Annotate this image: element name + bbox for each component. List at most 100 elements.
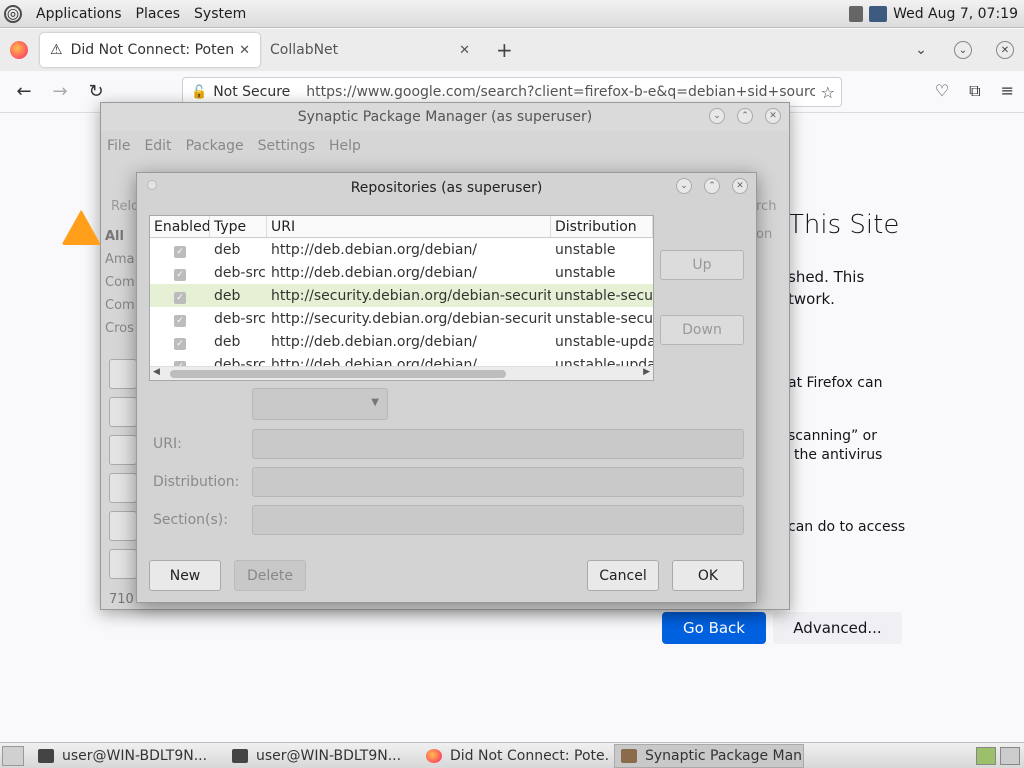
close-icon[interactable]: ✕ (732, 178, 748, 194)
down-button[interactable]: Down (660, 315, 744, 345)
sidebar-button[interactable] (109, 473, 137, 503)
type-dropdown[interactable]: ▼ (252, 388, 388, 420)
taskbar-item[interactable]: user@WIN-BDLT9N... (226, 744, 416, 768)
repositories-titlebar[interactable]: Repositories (as superuser) ⌄ ⌃ ✕ (137, 173, 756, 203)
table-header: Enabled Type URI Distribution (150, 216, 653, 238)
up-button[interactable]: Up (660, 250, 744, 280)
sidebar-button[interactable] (109, 397, 137, 427)
delete-button[interactable]: Delete (234, 560, 306, 591)
scroll-right-icon[interactable]: ▶ (643, 367, 650, 377)
checkbox-icon[interactable]: ✓ (174, 337, 186, 350)
checkbox-icon[interactable]: ✓ (174, 291, 186, 304)
menu-help[interactable]: Help (329, 138, 361, 154)
sidebar-button[interactable] (109, 359, 137, 389)
tabbar-controls: ⌄ ⌄ ✕ (888, 41, 1014, 59)
clock[interactable]: Wed Aug 7, 07:19 (893, 6, 1018, 22)
tab-close-icon[interactable]: ✕ (239, 43, 250, 58)
volume-icon[interactable] (849, 5, 864, 22)
forward-icon[interactable]: → (42, 81, 78, 102)
advanced-button[interactable]: Advanced... (773, 612, 902, 644)
extensions-icon[interactable]: ⧉ (969, 81, 980, 101)
column-uri[interactable]: URI (267, 216, 551, 237)
maximize-icon[interactable]: ⌃ (737, 108, 753, 124)
close-icon[interactable]: ✕ (765, 108, 781, 124)
back-icon[interactable]: ← (6, 81, 42, 102)
distribution-field[interactable] (252, 467, 744, 497)
sidebar-item-all[interactable]: All (105, 229, 124, 244)
enabled-cell[interactable]: ✓ (150, 242, 210, 258)
checkbox-icon[interactable]: ✓ (174, 245, 186, 258)
system-menu[interactable]: System (194, 6, 246, 22)
minimize-icon[interactable]: ⌄ (954, 41, 972, 59)
enabled-cell[interactable]: ✓ (150, 334, 210, 350)
table-row[interactable]: ✓ deb-src http://deb.debian.org/debian/uns… (150, 261, 653, 284)
table-row[interactable]: ✓ deb http://deb.debian.org/debian/unstabl… (150, 238, 653, 261)
sidebar-button[interactable] (109, 511, 137, 541)
enabled-cell[interactable]: ✓ (150, 288, 210, 304)
sidebar-item[interactable]: Ama (105, 252, 135, 267)
sidebar-item[interactable]: Com (105, 298, 135, 313)
debian-logo-icon[interactable]: ◎ (4, 4, 22, 23)
menu-package[interactable]: Package (186, 138, 244, 154)
workspace-2[interactable] (1000, 746, 1020, 765)
places-menu[interactable]: Places (136, 6, 181, 22)
network-icon[interactable] (869, 5, 888, 22)
not-secure-label[interactable]: Not Secure (213, 84, 290, 100)
insecure-lock-icon[interactable]: 🔓 (191, 85, 207, 100)
reload-button-label[interactable]: Relo (111, 199, 139, 214)
menu-file[interactable]: File (107, 138, 130, 154)
search-button-label[interactable]: rch (756, 199, 776, 214)
workspace-1[interactable] (976, 746, 996, 765)
close-window-icon[interactable]: ✕ (996, 41, 1014, 59)
column-distribution[interactable]: Distribution (551, 216, 653, 237)
firefox-view-icon[interactable] (10, 41, 28, 59)
minimize-icon[interactable]: ⌄ (676, 178, 692, 194)
reload-icon[interactable]: ↻ (78, 81, 114, 102)
table-row[interactable]: ✓ deb http://deb.debian.org/debian/unstabl… (150, 330, 653, 353)
checkbox-icon[interactable]: ✓ (174, 314, 186, 327)
sidebar-item[interactable]: Cros (105, 321, 134, 336)
scroll-left-icon[interactable]: ◀ (153, 367, 160, 377)
minimize-icon[interactable]: ⌄ (709, 108, 725, 124)
ok-button[interactable]: OK (672, 560, 744, 591)
bookmark-star-icon[interactable]: ☆ (821, 83, 835, 102)
sidebar-item[interactable]: Com (105, 275, 135, 290)
taskbar-item[interactable]: Synaptic Package Man... (614, 743, 804, 768)
column-type[interactable]: Type (210, 216, 267, 237)
tab-collabnet[interactable]: CollabNet ✕ (260, 33, 480, 67)
scrollbar-thumb[interactable] (170, 370, 506, 378)
cancel-button[interactable]: Cancel (587, 560, 659, 591)
list-tabs-icon[interactable]: ⌄ (912, 41, 930, 59)
sections-field[interactable] (252, 505, 744, 535)
tab-close-icon[interactable]: ✕ (459, 43, 470, 58)
tab-did-not-connect[interactable]: ⚠ Did Not Connect: Potenti ✕ (40, 33, 260, 67)
new-button[interactable]: New (149, 560, 221, 591)
sidebar-button[interactable] (109, 549, 137, 579)
window-menu-icon[interactable] (147, 180, 157, 190)
column-enabled[interactable]: Enabled (150, 216, 210, 237)
new-tab-button[interactable]: + (496, 38, 513, 62)
uri-field[interactable] (252, 429, 744, 459)
checkbox-icon[interactable]: ✓ (174, 268, 186, 281)
menu-settings[interactable]: Settings (258, 138, 315, 154)
firefox-tab-bar: ⚠ Did Not Connect: Potenti ✕ CollabNet ✕… (0, 29, 1024, 71)
horizontal-scrollbar[interactable]: ◀ ▶ (150, 366, 653, 380)
hamburger-menu-icon[interactable]: ≡ (1001, 81, 1014, 101)
sidebar-button[interactable] (109, 435, 137, 465)
taskbar-item[interactable]: user@WIN-BDLT9N... (32, 744, 222, 768)
show-desktop-icon[interactable] (2, 745, 24, 766)
table-row[interactable]: ✓ deb-src http://security.debian.org/debia… (150, 307, 653, 330)
enabled-cell[interactable]: ✓ (150, 265, 210, 281)
enabled-cell[interactable]: ✓ (150, 311, 210, 327)
url-text[interactable]: https://www.google.com/search?client=fir… (306, 84, 814, 100)
maximize-icon[interactable]: ⌃ (704, 178, 720, 194)
menu-edit[interactable]: Edit (144, 138, 171, 154)
go-back-button[interactable]: Go Back (662, 612, 766, 644)
pocket-icon[interactable]: ♡ (935, 81, 949, 101)
synaptic-titlebar[interactable]: Synaptic Package Manager (as superuser) … (101, 103, 789, 131)
table-row[interactable]: ✓ deb http://security.debian.org/debian-se… (150, 284, 653, 307)
taskbar-item[interactable]: Did Not Connect: Pote... (420, 744, 610, 768)
sections-label: Section(s): (153, 512, 228, 528)
applications-menu[interactable]: Applications (36, 6, 122, 22)
repository-table[interactable]: Enabled Type URI Distribution ✓ deb http:/… (149, 215, 654, 381)
